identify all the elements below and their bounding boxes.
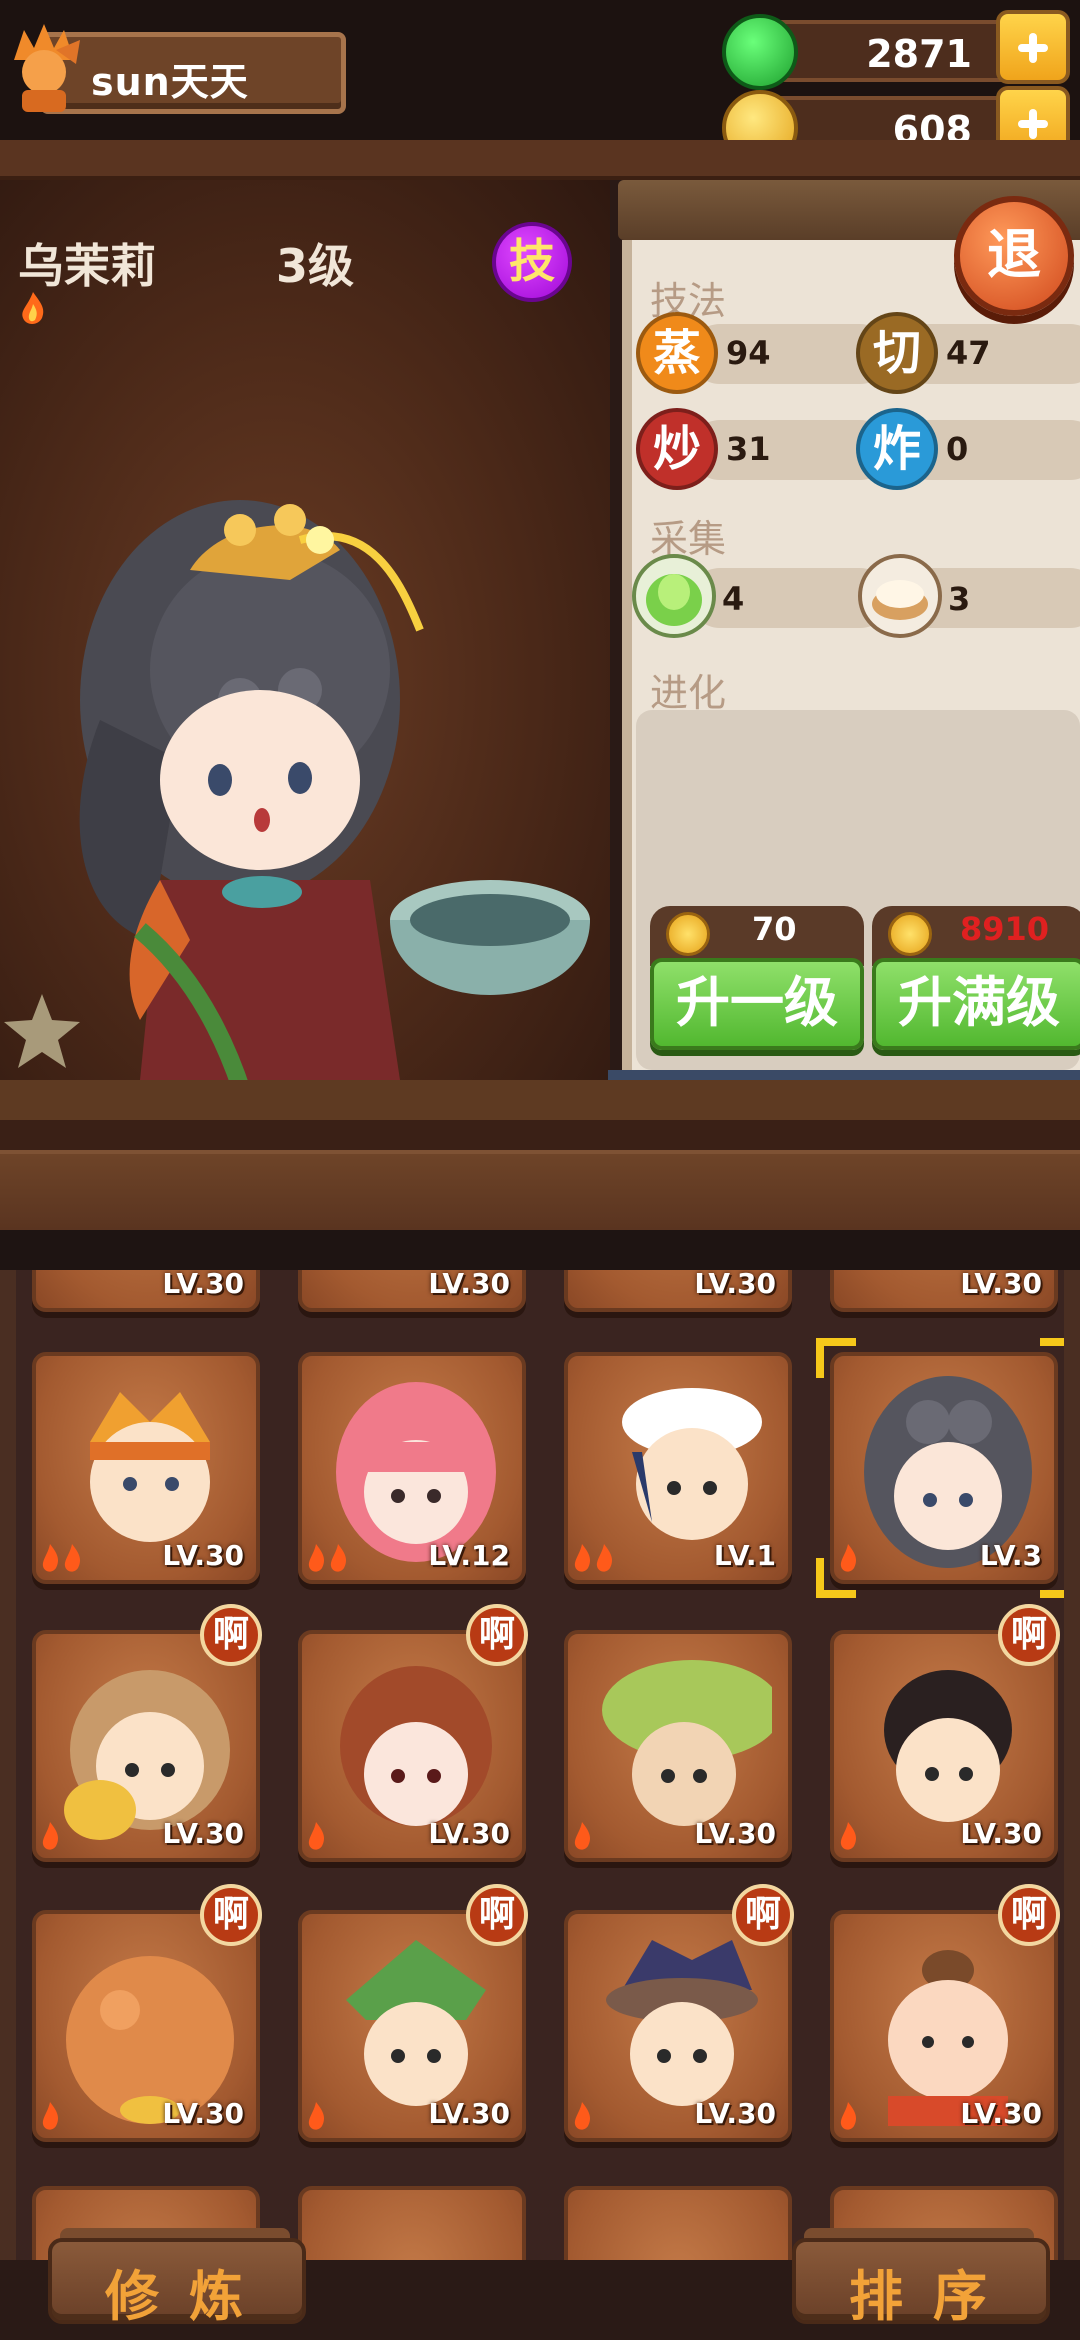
coin-icon <box>666 912 710 956</box>
notify-badge: 啊 <box>998 1604 1060 1666</box>
top-shelf <box>0 140 1080 180</box>
flame-icon <box>840 1822 856 1850</box>
chef-card[interactable]: LV.30 <box>32 1270 260 1312</box>
favorite-star-icon[interactable] <box>0 990 84 1070</box>
selection-corner <box>1040 1558 1064 1598</box>
steam-skill-icon: 蒸 <box>636 312 718 394</box>
notify-badge: 啊 <box>200 1884 262 1946</box>
chef-level: LV.30 <box>694 1817 776 1850</box>
chef-level: LV.30 <box>162 2097 244 2130</box>
chef-level: LV.30 <box>162 1270 244 1300</box>
skill-button[interactable]: 技 <box>492 222 572 302</box>
flame-icon <box>42 1822 58 1850</box>
exit-button[interactable]: 退 <box>954 196 1074 316</box>
add-jade-button[interactable] <box>996 10 1070 84</box>
chef-card[interactable]: LV.30 <box>564 1270 792 1312</box>
flame-icon <box>574 2102 590 2130</box>
chef-card[interactable]: LV.30 <box>32 1352 260 1584</box>
notify-badge: 啊 <box>466 1604 528 1666</box>
chef-level: LV.30 <box>162 1539 244 1572</box>
stirfry-skill-icon: 炒 <box>636 408 718 490</box>
player-name-box[interactable]: sun天天 <box>40 32 346 114</box>
fry-skill-value: 0 <box>946 430 969 468</box>
player-avatar-icon[interactable] <box>4 20 82 116</box>
chef-card[interactable]: LV.12 <box>298 1352 526 1584</box>
upgrade-max-cost: 8910 <box>960 910 1050 948</box>
flame-icon <box>42 2102 58 2130</box>
upgrade-one-cost: 70 <box>752 910 797 948</box>
steam-skill-value: 94 <box>726 334 771 372</box>
chef-level: LV.12 <box>428 1539 510 1572</box>
sort-label: 排序 <box>849 2265 1017 2328</box>
chef-card[interactable]: LV.30 <box>298 1270 526 1312</box>
fry-skill-icon: 炸 <box>856 408 938 490</box>
jade-icon <box>722 14 798 90</box>
chef-level: LV.30 <box>694 2097 776 2130</box>
jade-value: 2871 <box>866 32 972 76</box>
chef-level: LV.30 <box>428 2097 510 2130</box>
notify-badge: 啊 <box>466 1884 528 1946</box>
chef-card[interactable]: LV.30 <box>564 1630 792 1862</box>
upgrade-max-button[interactable]: 升满级 <box>872 958 1080 1050</box>
coin-icon <box>888 912 932 956</box>
sort-button[interactable]: 排序 <box>792 2238 1050 2328</box>
flame-icon <box>42 1544 80 1572</box>
chef-level: LV.30 <box>960 2097 1042 2130</box>
chef-card-selected[interactable]: LV.3 <box>830 1352 1058 1584</box>
flame-icon <box>22 292 44 324</box>
counter-top <box>0 1080 1080 1120</box>
chef-level: LV.30 <box>960 1270 1042 1300</box>
character-stage: 乌茉莉 3级 技 收藏 <box>0 180 610 1090</box>
chef-card[interactable] <box>564 2186 792 2270</box>
counter-base <box>0 1230 1080 1270</box>
cut-skill-value: 47 <box>946 334 991 372</box>
selection-corner <box>816 1558 856 1598</box>
counter-front <box>0 1150 1080 1230</box>
player-name: sun天天 <box>91 60 249 104</box>
chef-level: LV.30 <box>162 1817 244 1850</box>
chef-level: LV.30 <box>428 1270 510 1300</box>
evolve-title: 进化 <box>650 671 727 715</box>
chef-card[interactable]: LV.1 <box>564 1352 792 1584</box>
chef-card[interactable]: LV.30 <box>830 1270 1058 1312</box>
cut-skill-icon: 切 <box>856 312 938 394</box>
flame-icon <box>308 1822 324 1850</box>
jade-resource-bar: 2871 <box>722 10 1070 90</box>
flame-icon <box>840 2102 856 2130</box>
chef-card[interactable] <box>298 2186 526 2270</box>
cabbage-icon <box>632 554 716 638</box>
stirfry-skill-value: 31 <box>726 430 771 468</box>
train-button[interactable]: 修炼 <box>48 2238 306 2328</box>
cabbage-value: 4 <box>722 580 745 618</box>
notify-badge: 啊 <box>998 1884 1060 1946</box>
flame-icon <box>308 2102 324 2130</box>
train-label: 修炼 <box>105 2265 273 2328</box>
selection-corner <box>1040 1338 1064 1378</box>
flour-value: 3 <box>948 580 971 618</box>
flame-icon <box>574 1544 612 1572</box>
flour-icon <box>858 554 942 638</box>
chef-roster-grid: LV.30 LV.30 LV.30 LV.30 LV.30 LV.12 LV.1 <box>0 1270 1080 2270</box>
upgrade-one-button[interactable]: 升一级 <box>650 958 864 1050</box>
notify-badge: 啊 <box>732 1884 794 1946</box>
chef-level: LV.30 <box>428 1817 510 1850</box>
flame-icon <box>574 1822 590 1850</box>
chef-level: LV.30 <box>694 1270 776 1300</box>
chef-character-illustration <box>79 500 590 1090</box>
selection-corner <box>816 1338 856 1378</box>
chef-level: LV.3 <box>979 1539 1042 1572</box>
counter-shadow <box>0 1120 1080 1150</box>
character-level: 3级 <box>276 239 355 293</box>
notify-badge: 啊 <box>200 1604 262 1666</box>
character-name: 乌茉莉 <box>18 239 156 293</box>
chef-level: LV.1 <box>713 1539 776 1572</box>
chef-level: LV.30 <box>960 1817 1042 1850</box>
flame-icon <box>308 1544 346 1572</box>
